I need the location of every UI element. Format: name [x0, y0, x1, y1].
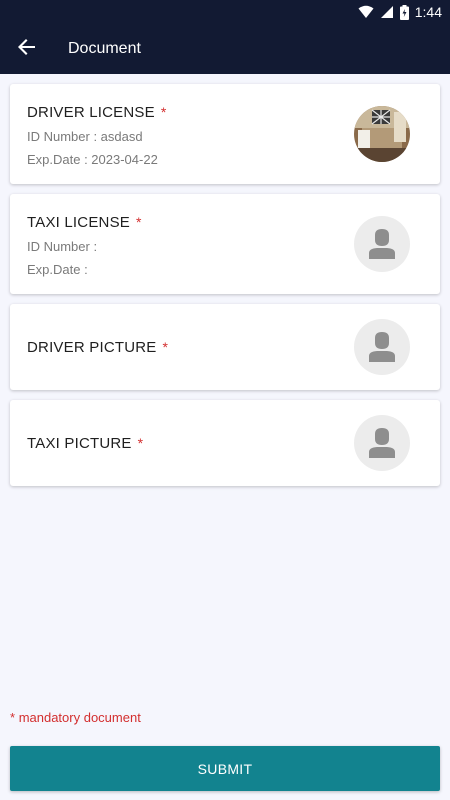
app-bar: Document [0, 24, 450, 74]
status-time: 1:44 [414, 4, 442, 20]
mandatory-text: mandatory document [18, 710, 141, 725]
person-placeholder-icon[interactable] [354, 216, 410, 272]
required-mark: * [137, 434, 144, 451]
document-photo[interactable] [354, 106, 410, 162]
page-title: Document [68, 40, 141, 57]
document-title: DRIVER PICTURE [27, 338, 157, 356]
mandatory-note: * mandatory document [10, 710, 141, 725]
arrow-left-icon [18, 38, 36, 61]
document-card-driver-license[interactable]: DRIVER LICENSE * ID Number : asdasd Exp.D… [10, 84, 440, 184]
signal-icon [380, 5, 394, 19]
required-mark: * [135, 214, 142, 230]
document-list: DRIVER LICENSE * ID Number : asdasd Exp.D… [10, 84, 440, 496]
back-button[interactable] [0, 24, 54, 74]
required-mark: * [162, 338, 169, 355]
document-title: DRIVER LICENSE [27, 104, 155, 121]
document-card-taxi-license[interactable]: TAXI LICENSE * ID Number : Exp.Date : [10, 194, 440, 294]
battery-icon [399, 4, 409, 20]
person-placeholder-icon[interactable] [354, 415, 410, 471]
submit-button[interactable]: SUBMIT [10, 746, 440, 791]
status-bar: 1:44 [0, 0, 450, 24]
document-title: TAXI LICENSE [27, 214, 130, 231]
required-mark: * [160, 104, 167, 120]
wifi-icon [358, 5, 374, 19]
document-card-driver-picture[interactable]: DRIVER PICTURE * [10, 304, 440, 390]
mandatory-mark: * [10, 710, 16, 725]
document-card-taxi-picture[interactable]: TAXI PICTURE * [10, 400, 440, 486]
document-title: TAXI PICTURE [27, 434, 132, 452]
person-placeholder-icon[interactable] [354, 319, 410, 375]
